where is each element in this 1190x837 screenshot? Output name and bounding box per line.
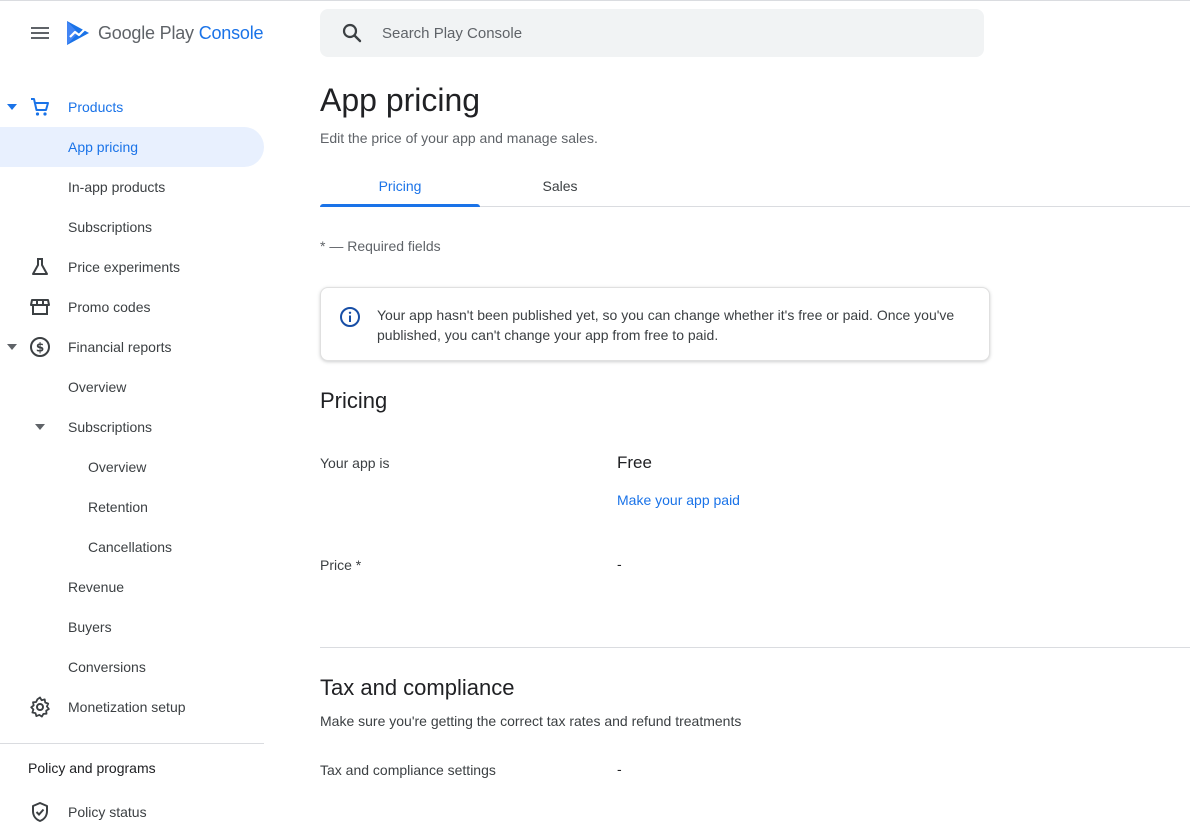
- top-border: [0, 0, 1190, 1]
- brand-console: Console: [198, 22, 264, 43]
- tab-label: Sales: [542, 178, 578, 194]
- tax-settings-label: Tax and compliance settings: [320, 762, 496, 778]
- caret-down-icon[interactable]: [6, 342, 18, 352]
- caret-down-icon[interactable]: [34, 422, 46, 432]
- app-logo[interactable]: Google Play Console: [64, 18, 264, 48]
- brand-google-play: Google Play: [98, 22, 194, 43]
- pricing-heading: Pricing: [320, 388, 388, 413]
- sidebar-item-label: In-app products: [68, 179, 166, 195]
- tab-sales[interactable]: Sales: [480, 166, 640, 206]
- page-subtitle: Edit the price of your app and manage sa…: [320, 130, 598, 146]
- play-console-logo: [67, 21, 89, 45]
- sidebar-item-label: Promo codes: [68, 299, 151, 315]
- search-bar[interactable]: [320, 9, 984, 57]
- caret-down-icon[interactable]: [6, 102, 18, 112]
- sidebar-item-retention[interactable]: Retention: [0, 487, 264, 527]
- sidebar-item-label: Price experiments: [68, 259, 181, 275]
- gear-icon: [30, 696, 50, 718]
- sidebar-section-title: Policy and programs: [28, 760, 156, 776]
- page-title: App pricing: [320, 82, 481, 118]
- sidebar-item-subscriptions-overview[interactable]: Overview: [0, 447, 264, 487]
- app-pricing-status: Free: [617, 453, 652, 472]
- active-tab-indicator: [320, 204, 480, 207]
- sidebar-item-label: App pricing: [68, 139, 139, 155]
- sidebar-item-revenue[interactable]: Revenue: [0, 567, 264, 607]
- dollar-icon: $: [30, 337, 50, 357]
- store-icon: [30, 299, 50, 315]
- flask-icon: [32, 258, 48, 275]
- sidebar-item-label: Revenue: [68, 579, 125, 595]
- section-divider: [320, 647, 1190, 648]
- sidebar-item-label: Subscriptions: [68, 419, 153, 435]
- svg-text:$: $: [36, 341, 44, 355]
- shield-icon: [32, 802, 48, 822]
- sidebar-item-label: Policy status: [68, 804, 147, 820]
- sidebar-item-in-app-products[interactable]: In-app products: [0, 167, 264, 207]
- sidebar-item-label: Subscriptions: [68, 219, 153, 235]
- make-app-paid-link[interactable]: Make your app paid: [617, 492, 740, 508]
- sidebar-item-label: Buyers: [68, 619, 112, 635]
- tab-label: Pricing: [378, 178, 422, 194]
- your-app-is-label: Your app is: [320, 455, 390, 471]
- brand-name: Google Play Console: [98, 22, 264, 44]
- sidebar-item-label: Products: [68, 99, 124, 115]
- info-icon: [340, 307, 360, 327]
- price-value: -: [617, 556, 622, 572]
- sidebar-item-monetization-setup[interactable]: Monetization setup: [0, 687, 264, 727]
- tax-description: Make sure you're getting the correct tax…: [320, 713, 742, 729]
- sidebar-item-conversions[interactable]: Conversions: [0, 647, 264, 687]
- tax-heading: Tax and compliance: [320, 675, 515, 700]
- sidebar: Products App pricing In-app products Sub…: [0, 87, 264, 832]
- sidebar-item-policy-status[interactable]: Policy status: [0, 792, 264, 832]
- cart-icon: [31, 98, 49, 116]
- price-label: Price *: [320, 557, 362, 573]
- sidebar-item-app-pricing[interactable]: App pricing: [0, 127, 264, 167]
- sidebar-item-financial-overview[interactable]: Overview: [0, 367, 264, 407]
- sidebar-item-buyers[interactable]: Buyers: [0, 607, 264, 647]
- search-input[interactable]: [382, 24, 942, 42]
- notice-text: Your app hasn't been published yet, so y…: [377, 307, 955, 343]
- sidebar-item-label: Overview: [68, 379, 127, 395]
- menu-button[interactable]: [24, 17, 56, 49]
- sidebar-item-cancellations[interactable]: Cancellations: [0, 527, 264, 567]
- tab-bar: Pricing Sales: [320, 166, 1190, 207]
- sidebar-item-financial-reports[interactable]: $ Financial reports: [0, 327, 264, 367]
- sidebar-item-promo-codes[interactable]: Promo codes: [0, 287, 264, 327]
- tax-settings-value: -: [617, 761, 622, 777]
- info-notice: Your app hasn't been published yet, so y…: [320, 287, 990, 361]
- sidebar-item-label: Financial reports: [68, 339, 172, 355]
- sidebar-item-label: Conversions: [68, 659, 146, 675]
- menu-icon: [31, 27, 49, 39]
- sidebar-item-financial-subscriptions[interactable]: Subscriptions: [0, 407, 264, 447]
- sidebar-item-label: Monetization setup: [68, 699, 186, 715]
- sidebar-item-subscriptions[interactable]: Subscriptions: [0, 207, 264, 247]
- required-fields-note: * — Required fields: [320, 238, 441, 254]
- sidebar-item-label: Retention: [88, 499, 148, 515]
- sidebar-item-label: Overview: [88, 459, 147, 475]
- sidebar-item-label: Cancellations: [88, 539, 173, 555]
- sidebar-item-price-experiments[interactable]: Price experiments: [0, 247, 264, 287]
- sidebar-item-products[interactable]: Products: [0, 87, 264, 127]
- search-icon[interactable]: [340, 21, 364, 45]
- tab-pricing[interactable]: Pricing: [320, 166, 480, 207]
